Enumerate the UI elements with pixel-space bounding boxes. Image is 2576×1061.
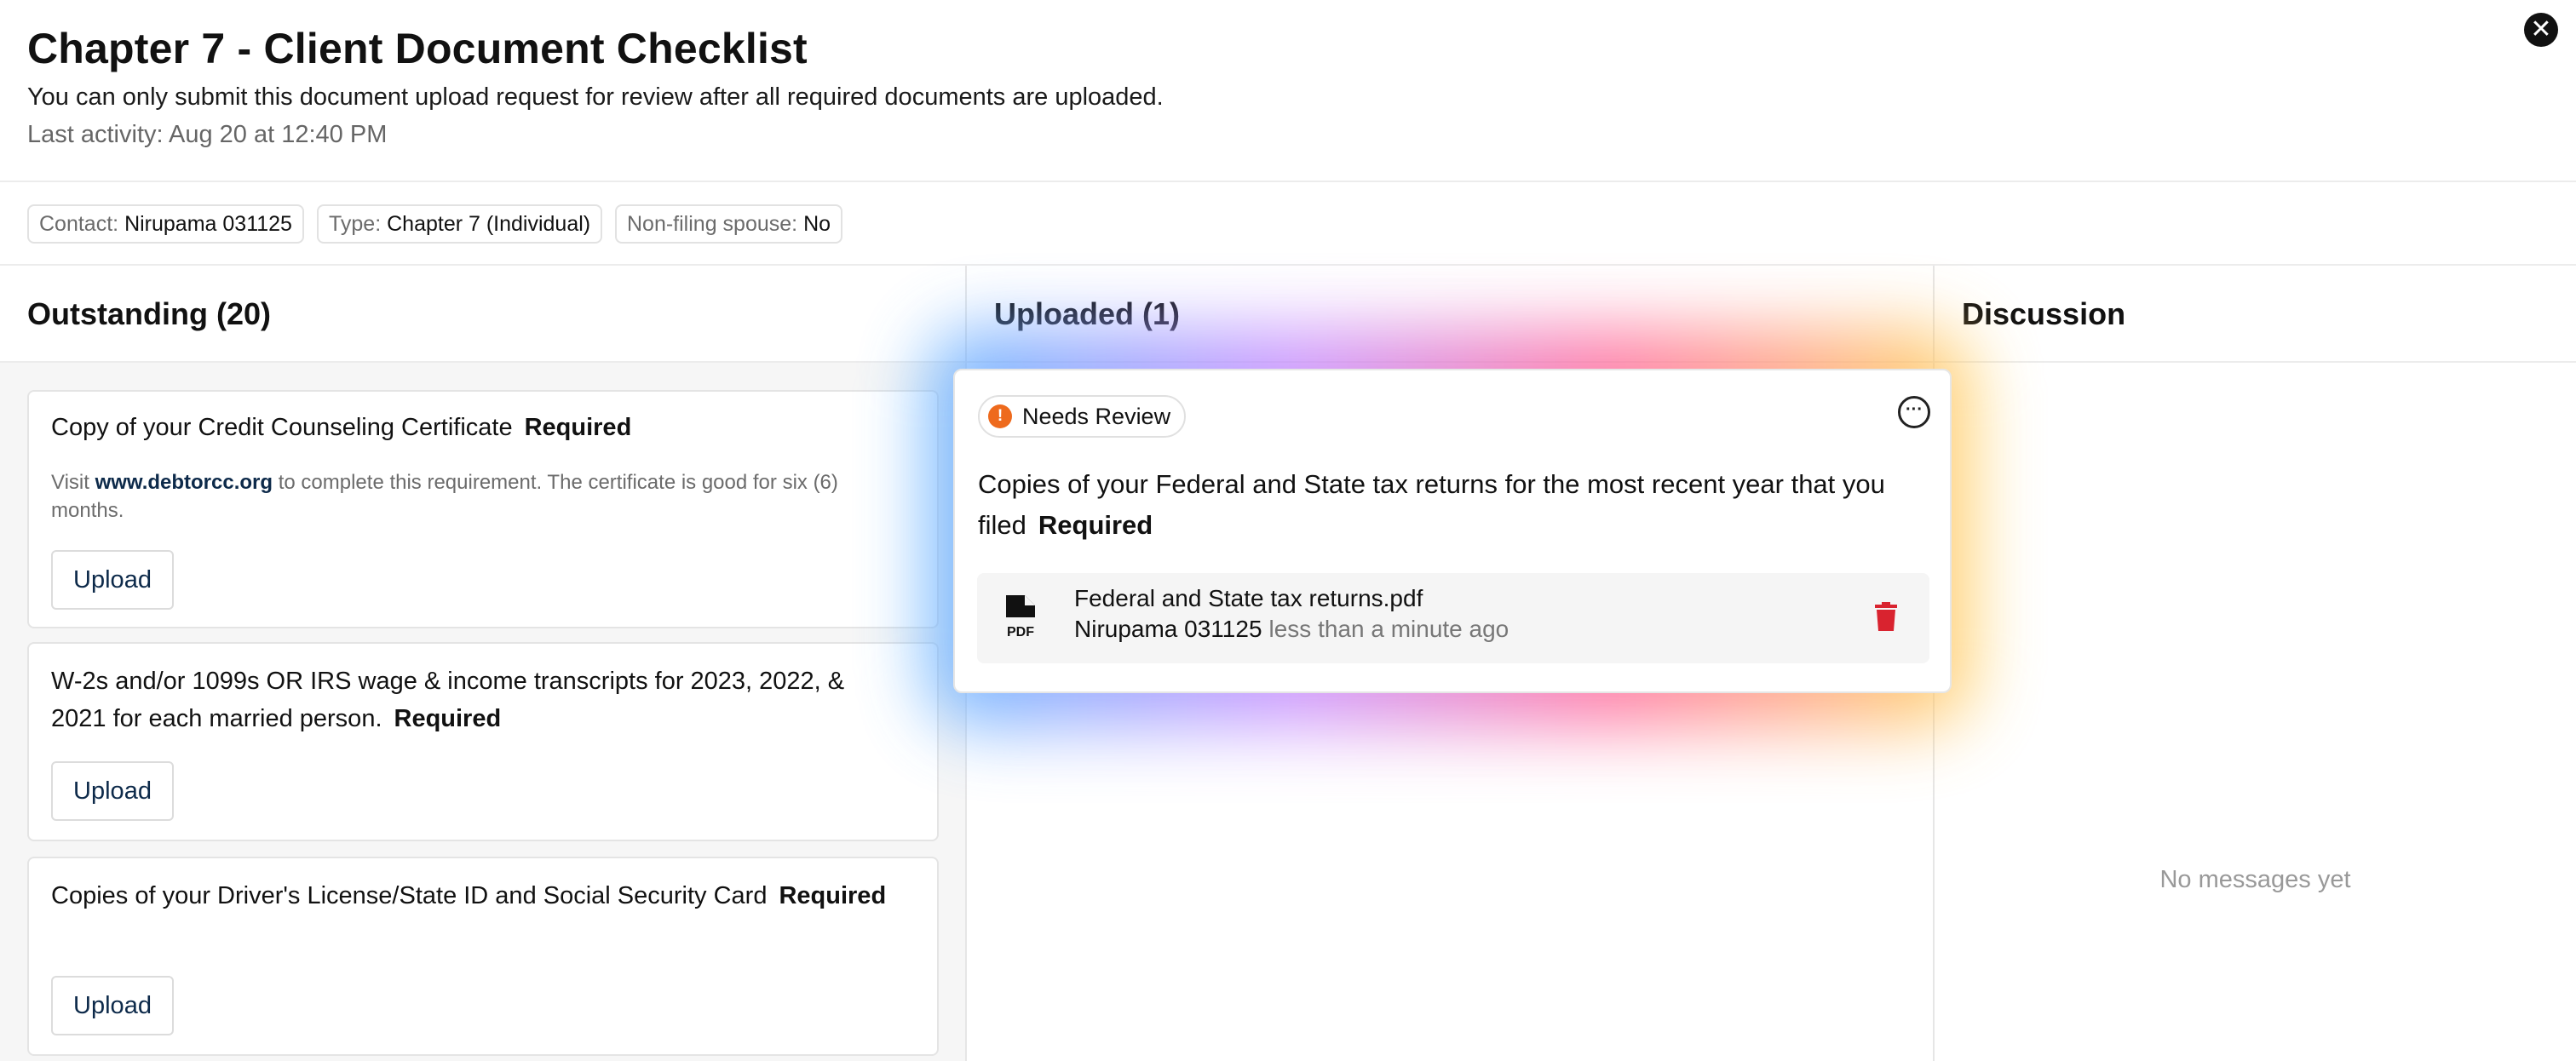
spouse-chip: Non-filing spouse: No	[615, 204, 843, 244]
more-options-icon[interactable]: ···	[1898, 396, 1930, 428]
type-label: Type:	[329, 212, 382, 236]
uploader-name: Nirupama 031125	[1074, 616, 1262, 642]
discussion-heading: Discussion	[1962, 296, 2126, 331]
file-name: Federal and State tax returns.pdf	[1074, 585, 1423, 611]
warning-icon: !	[988, 404, 1012, 428]
spouse-label: Non-filing spouse:	[627, 212, 798, 236]
upload-button[interactable]: Upload	[51, 761, 174, 821]
dialog-header: Chapter 7 - Client Document Checklist Yo…	[0, 0, 2576, 182]
empty-messages: No messages yet	[2159, 866, 2351, 893]
page-subtitle: You can only submit this document upload…	[27, 83, 1164, 111]
contact-chip: Contact: Nirupama 031125	[27, 204, 304, 244]
item-title: W-2s and/or 1099s OR IRS wage & income t…	[51, 662, 903, 737]
type-value: Chapter 7 (Individual)	[387, 212, 591, 236]
discussion-column: Discussion No messages yet	[1935, 266, 2576, 1061]
file-row[interactable]: PDF Federal and State tax returns.pdf Ni…	[977, 573, 1929, 663]
last-activity: Last activity: Aug 20 at 12:40 PM	[27, 121, 388, 148]
required-label: Required	[524, 414, 632, 441]
item-title-text: Copies of your Driver's License/State ID…	[51, 882, 768, 909]
file-meta: Nirupama 031125 less than a minute ago	[1074, 616, 1509, 643]
item-title: Copies of your Federal and State tax ret…	[978, 464, 1915, 546]
contact-value: Nirupama 031125	[124, 212, 292, 236]
spouse-value: No	[803, 212, 831, 236]
outstanding-item: Copies of your Driver's License/State ID…	[27, 857, 939, 1056]
outstanding-column: Outstanding (20) Copy of your Credit Cou…	[0, 266, 967, 1061]
upload-time: less than a minute ago	[1268, 616, 1509, 642]
outstanding-item: W-2s and/or 1099s OR IRS wage & income t…	[27, 642, 939, 841]
trash-icon[interactable]	[1875, 602, 1897, 631]
required-label: Required	[394, 705, 502, 732]
debtorcc-link[interactable]: www.debtorcc.org	[95, 471, 273, 494]
item-description: Visit www.debtorcc.org to complete this …	[51, 468, 903, 525]
meta-row: Contact: Nirupama 031125 Type: Chapter 7…	[0, 182, 2576, 266]
type-chip: Type: Chapter 7 (Individual)	[317, 204, 603, 244]
required-label: Required	[779, 882, 887, 909]
uploaded-heading: Uploaded (1)	[994, 296, 1181, 331]
upload-button[interactable]: Upload	[51, 976, 174, 1035]
outstanding-heading: Outstanding (20)	[27, 296, 271, 331]
contact-label: Contact:	[39, 212, 119, 236]
outstanding-item: Copy of your Credit Counseling Certifica…	[27, 390, 939, 628]
uploaded-item-card: ! Needs Review ··· Copies of your Federal…	[953, 369, 1952, 693]
pdf-icon-label: PDF	[1007, 625, 1034, 639]
status-text: Needs Review	[1022, 404, 1171, 429]
upload-button[interactable]: Upload	[51, 550, 174, 610]
close-icon[interactable]: ✕	[2524, 13, 2558, 47]
discussion-header: Discussion	[1935, 266, 2576, 363]
page-title: Chapter 7 - Client Document Checklist	[27, 25, 808, 72]
status-badge: ! Needs Review	[978, 395, 1187, 438]
outstanding-header: Outstanding (20)	[0, 266, 965, 363]
item-title: Copy of your Credit Counseling Certifica…	[51, 409, 631, 446]
required-label: Required	[1038, 510, 1153, 540]
pdf-file-icon: PDF	[1006, 595, 1035, 639]
item-title: Copies of your Driver's License/State ID…	[51, 877, 903, 915]
item-title-text: Copy of your Credit Counseling Certifica…	[51, 414, 513, 441]
desc-prefix: Visit	[51, 471, 89, 494]
